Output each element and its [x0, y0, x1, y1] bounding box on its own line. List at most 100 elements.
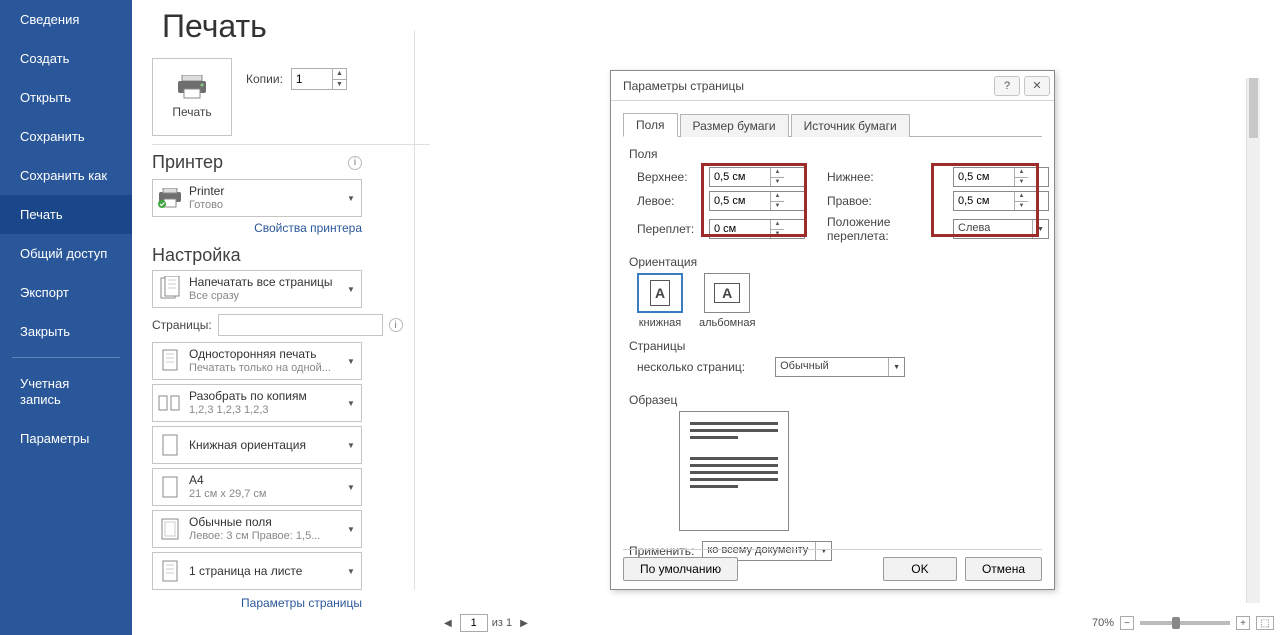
copies-spinner[interactable]: ▲▼ — [291, 68, 347, 90]
sidebar-item-share[interactable]: Общий доступ — [0, 234, 132, 273]
print-button-label: Печать — [172, 105, 211, 119]
sidebar-item-print[interactable]: Печать — [0, 195, 132, 234]
chevron-down-icon: ▼ — [888, 358, 904, 376]
defaults-button[interactable]: По умолчанию — [623, 557, 738, 581]
setting-papersize[interactable]: A421 см x 29,7 см ▼ — [152, 468, 362, 506]
chevron-down-icon: ▼ — [345, 194, 357, 203]
printer-props-link[interactable]: Свойства принтера — [254, 221, 362, 235]
page-setup-dialog: Параметры страницы ? ✕ Поля Размер бумаг… — [610, 70, 1055, 590]
sidebar-item-export[interactable]: Экспорт — [0, 273, 132, 312]
dialog-buttons: По умолчанию OK Отмена — [623, 549, 1042, 579]
copies-input[interactable] — [292, 69, 332, 89]
printer-dropdown[interactable]: PrinterГотово ▼ — [152, 179, 362, 217]
setting-orientation[interactable]: Книжная ориентация ▼ — [152, 426, 362, 464]
copies-up-icon[interactable]: ▲ — [333, 69, 346, 79]
setting-collate[interactable]: Разобрать по копиям1,2,3 1,2,3 1,2,3 ▼ — [152, 384, 362, 422]
printer-status: Готово — [189, 199, 339, 212]
page-of-label: из 1 — [492, 617, 512, 629]
setting-duplex[interactable]: Односторонняя печатьПечатать только на о… — [152, 342, 362, 380]
print-panel: Печать Печать Копии: ▲▼ Принтер i Printe… — [132, 0, 412, 635]
setting-print-range[interactable]: Напечатать все страницыВсе сразу ▼ — [152, 270, 362, 308]
label-left: Левое: — [637, 194, 705, 208]
tab-paper[interactable]: Размер бумаги — [680, 114, 789, 137]
input-bottom[interactable]: ▲▼ — [953, 167, 1049, 187]
combo-multipage[interactable]: Обычный▼ — [775, 357, 905, 377]
ok-button[interactable]: OK — [883, 557, 957, 581]
scrollbar-thumb[interactable] — [1249, 78, 1258, 138]
onepage-icon — [157, 557, 183, 585]
sidebar-item-save[interactable]: Сохранить — [0, 117, 132, 156]
page-setup-link[interactable]: Параметры страницы — [241, 596, 362, 610]
orient-landscape[interactable]: A альбомная — [699, 273, 755, 329]
chevron-down-icon: ▼ — [345, 357, 357, 366]
side-icon — [157, 347, 183, 375]
pages-label: Страницы: — [152, 318, 212, 332]
sidebar-item-options[interactable]: Параметры — [0, 419, 132, 458]
copies-label: Копии: — [246, 72, 283, 86]
printer-icon — [176, 75, 208, 99]
zoom-controls: 70% − + ⬚ — [1092, 616, 1274, 630]
preview-scrollbar[interactable] — [1246, 78, 1260, 603]
tab-source[interactable]: Источник бумаги — [791, 114, 910, 137]
margins-icon — [157, 515, 183, 543]
dialog-body: Поля Верхнее: ▲▼ Нижнее: ▲▼ Левое: ▲▼ Пр… — [611, 137, 1054, 567]
sidebar-item-info[interactable]: Сведения — [0, 0, 132, 39]
cancel-button[interactable]: Отмена — [965, 557, 1042, 581]
up-icon[interactable]: ▲ — [771, 168, 784, 177]
close-button[interactable]: ✕ — [1024, 76, 1050, 96]
zoom-out-button[interactable]: − — [1120, 616, 1134, 630]
setting-perpage[interactable]: 1 страница на листе ▼ — [152, 552, 362, 590]
dialog-titlebar: Параметры страницы ? ✕ — [611, 71, 1054, 101]
next-page-icon[interactable]: ▶ — [516, 618, 532, 629]
pages-input[interactable] — [218, 314, 383, 336]
input-left[interactable]: ▲▼ — [709, 191, 805, 211]
fields-legend: Поля — [629, 147, 1036, 161]
label-right: Правое: — [809, 194, 949, 208]
input-gutter[interactable]: ▲▼ — [709, 219, 805, 239]
copies-row: Копии: ▲▼ — [246, 68, 347, 90]
input-top[interactable]: ▲▼ — [709, 167, 805, 187]
print-button[interactable]: Печать — [152, 58, 232, 136]
sidebar-item-new[interactable]: Создать — [0, 39, 132, 78]
page-title: Печать — [162, 8, 392, 45]
label-bottom: Нижнее: — [809, 170, 949, 184]
info-icon[interactable]: i — [348, 156, 362, 170]
chevron-down-icon: ▼ — [345, 441, 357, 450]
zoom-in-button[interactable]: + — [1236, 616, 1250, 630]
sidebar-item-account[interactable]: Учетная запись — [0, 364, 132, 419]
chevron-down-icon: ▼ — [345, 399, 357, 408]
tab-margins[interactable]: Поля — [623, 113, 678, 137]
zoom-value: 70% — [1092, 617, 1114, 629]
chevron-down-icon: ▼ — [345, 483, 357, 492]
copies-down-icon[interactable]: ▼ — [333, 79, 346, 90]
fit-page-button[interactable]: ⬚ — [1256, 616, 1274, 630]
sample-legend: Образец — [629, 393, 1036, 407]
printer-section-title: Принтер — [152, 152, 223, 173]
current-page-input[interactable] — [460, 614, 488, 632]
info-icon[interactable]: i — [389, 318, 403, 332]
combo-gutter-pos[interactable]: Слева▼ — [953, 219, 1049, 239]
chevron-down-icon: ▼ — [345, 525, 357, 534]
down-icon[interactable]: ▼ — [771, 177, 784, 187]
multi-label: несколько страниц: — [637, 360, 745, 374]
chevron-down-icon: ▼ — [345, 285, 357, 294]
a4-icon — [157, 473, 183, 501]
printer-name: Printer — [189, 184, 339, 198]
input-right[interactable]: ▲▼ — [953, 191, 1049, 211]
orient-legend: Ориентация — [629, 255, 1036, 269]
zoom-slider[interactable] — [1140, 621, 1230, 625]
sidebar-item-open[interactable]: Открыть — [0, 78, 132, 117]
pages-legend: Страницы — [629, 339, 1036, 353]
prev-page-icon[interactable]: ◀ — [440, 618, 456, 629]
label-gutter: Переплет: — [637, 222, 705, 236]
orient-portrait[interactable]: A книжная — [637, 273, 683, 329]
sample-preview — [679, 411, 789, 531]
status-bar: ◀ из 1 ▶ 70% − + ⬚ — [440, 611, 1274, 635]
label-gutter-pos: Положение переплета: — [809, 215, 949, 243]
sidebar-item-close[interactable]: Закрыть — [0, 312, 132, 351]
sidebar-item-saveas[interactable]: Сохранить как — [0, 156, 132, 195]
help-button[interactable]: ? — [994, 76, 1020, 96]
setting-margins[interactable]: Обычные поляЛевое: 3 см Правое: 1,5... ▼ — [152, 510, 362, 548]
pages-icon — [157, 275, 183, 303]
portrait-icon — [157, 431, 183, 459]
